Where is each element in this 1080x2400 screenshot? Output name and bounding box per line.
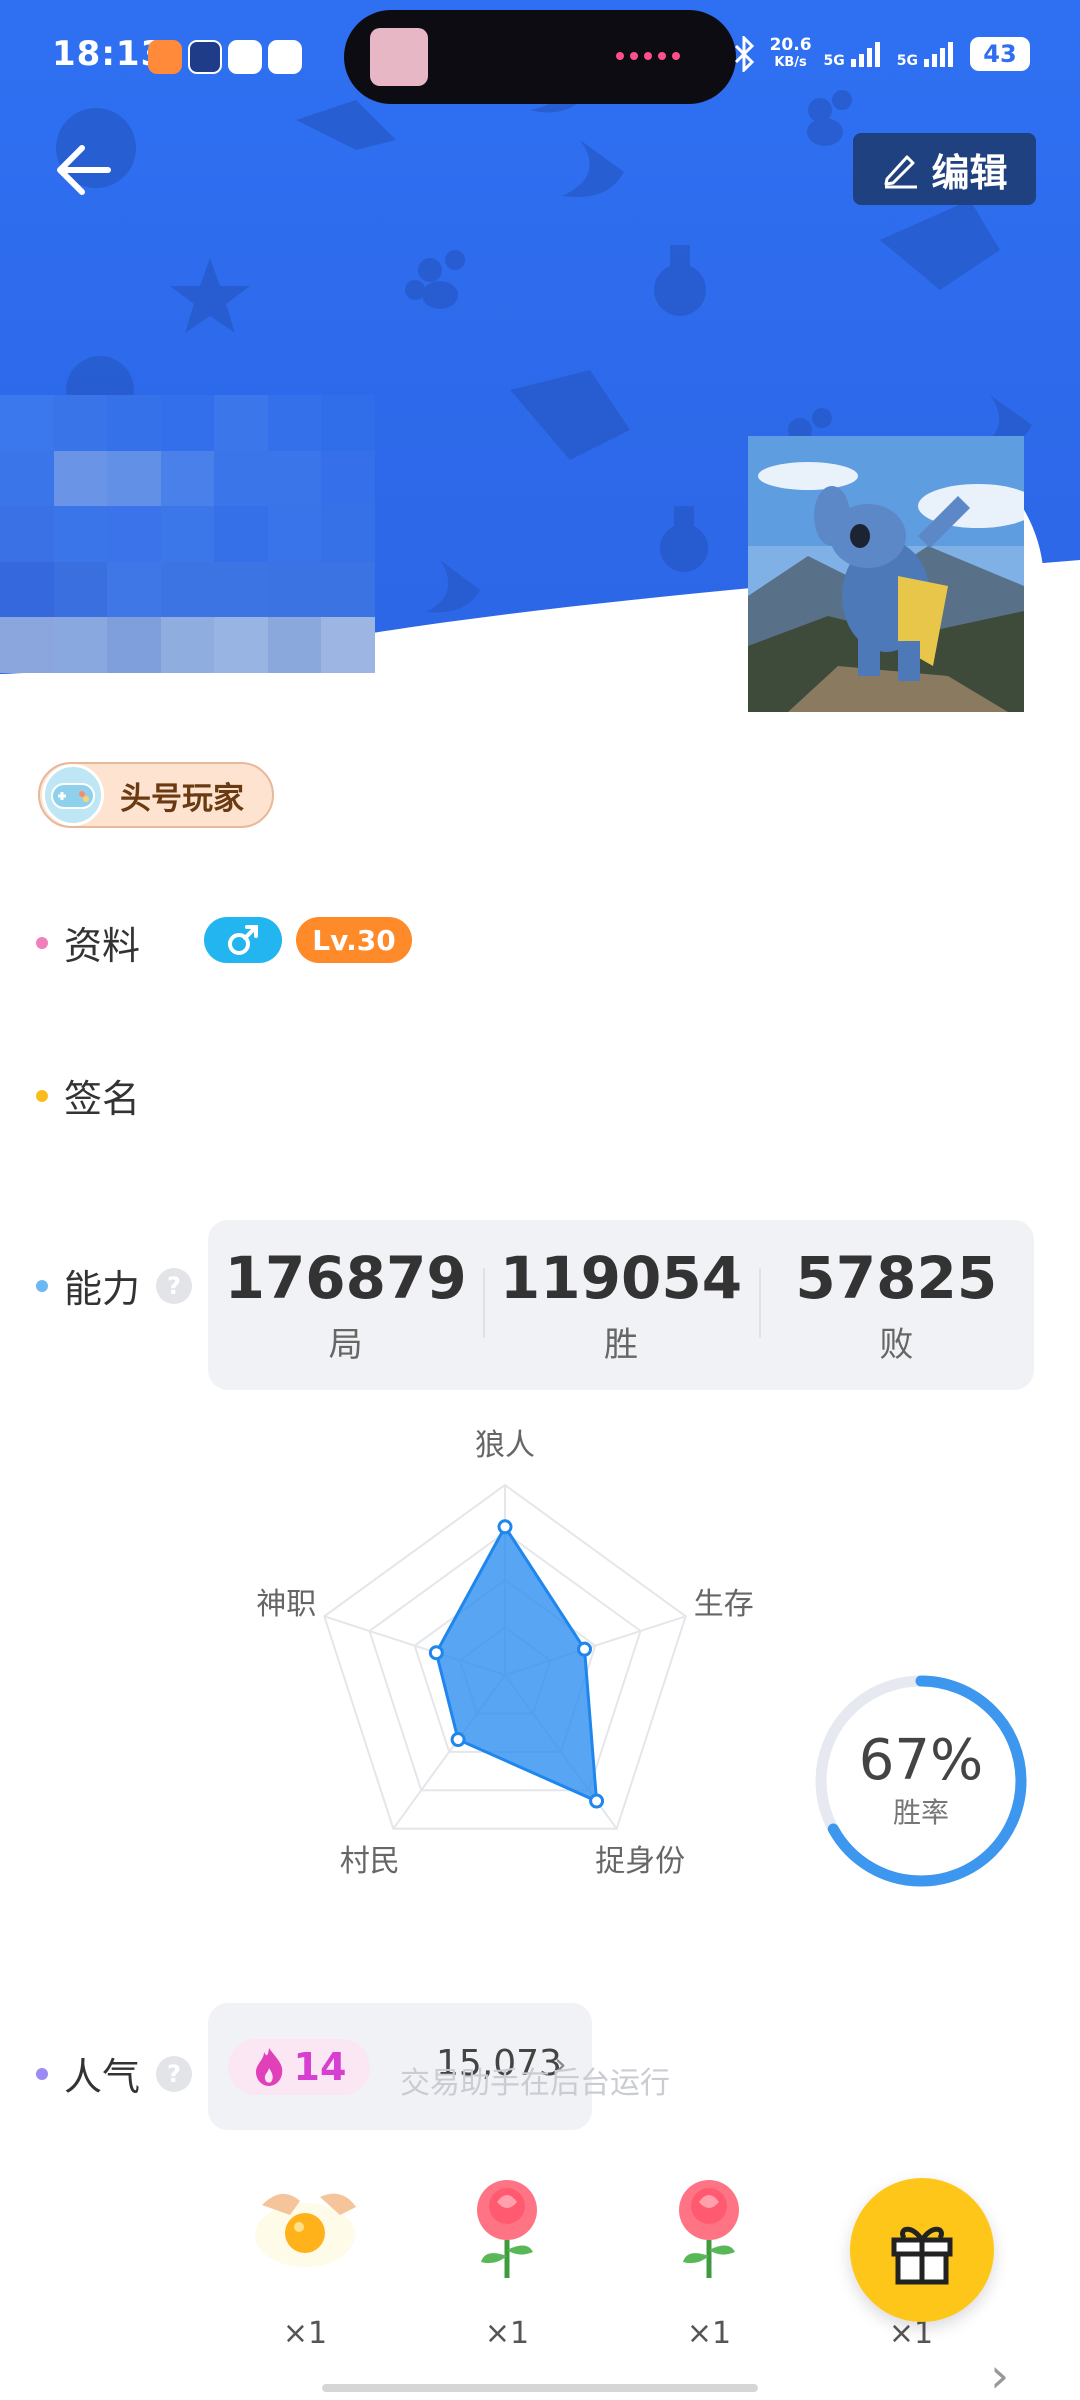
rose-icon — [452, 2170, 562, 2280]
signature-row: 签名 — [36, 1068, 140, 1123]
info-dot — [36, 936, 48, 949]
battery-icon: 43 — [970, 37, 1030, 71]
ability-radar-chart: 狼人生存捉身份 村民 神职 — [256, 1428, 754, 1879]
flame-icon — [255, 2048, 282, 2086]
status-bar: 18:13 20.6 KB/s 5G 5G 43 — [0, 0, 1080, 115]
title-badge[interactable]: 头号玩家 — [38, 762, 274, 828]
send-gift-button[interactable] — [850, 2178, 994, 2322]
gift-count: ×1 — [282, 2316, 328, 2351]
stat-wins-value: 119054 — [499, 1243, 743, 1312]
popularity-row: 人气 ? — [36, 2046, 193, 2101]
radar-axis-label: 生存 — [694, 1587, 754, 1622]
stat-losses: 57825 败 — [758, 1220, 1034, 1390]
stat-wins: 119054 胜 — [483, 1220, 758, 1390]
stats-card: 176879 局 119054 胜 57825 败 — [208, 1220, 1034, 1390]
back-button[interactable] — [46, 130, 126, 210]
signal-sim2-icon: 5G — [897, 39, 958, 69]
status-right: 20.6 KB/s 5G 5G 43 — [732, 36, 1030, 72]
pencil-icon — [884, 155, 918, 189]
signal-sim1-icon: 5G — [824, 39, 885, 69]
gift-box-icon — [891, 2226, 953, 2285]
radar-axis-label: 狼人 — [475, 1428, 535, 1463]
radar-value-area — [434, 1523, 599, 1804]
vpn-icon — [188, 40, 222, 74]
radar-point — [497, 1519, 513, 1535]
paw-icon — [418, 258, 442, 282]
edit-label: 编辑 — [931, 150, 1008, 195]
dynamic-island[interactable] — [344, 10, 736, 104]
stat-games: 176879 局 — [208, 1220, 483, 1390]
profile-avatar[interactable] — [748, 436, 1044, 732]
ability-row: 能力 ? — [36, 1258, 193, 1313]
radar-point — [428, 1645, 444, 1661]
radar-axis-label: 捉身份 — [595, 1844, 685, 1879]
flame-pill: 14 — [228, 2039, 370, 2095]
more-gifts-chevron[interactable]: › — [990, 2348, 1009, 2400]
username-mosaic — [0, 395, 375, 673]
taobao-icon — [148, 40, 182, 74]
radar-axis-label: 神职 — [256, 1587, 316, 1622]
rose-icon — [654, 2170, 764, 2280]
profile-page: 18:13 20.6 KB/s 5G 5G 43 编辑 头号玩家 资料 Lv.3… — [0, 0, 1080, 2400]
island-thumbnail — [370, 28, 428, 86]
gift-item[interactable]: ×1 — [240, 2170, 370, 2351]
potion-icon — [654, 264, 706, 316]
app-icon — [228, 40, 262, 74]
info-row: 资料 — [36, 915, 140, 970]
level-tag: Lv.30 — [296, 917, 412, 963]
stat-wins-label: 胜 — [603, 1324, 638, 1365]
ability-help-icon[interactable]: ? — [156, 1267, 193, 1304]
stat-games-value: 176879 — [224, 1243, 467, 1312]
popularity-dot — [36, 2067, 48, 2080]
arrow-left-icon — [57, 145, 111, 195]
gamepad-icon — [42, 764, 104, 826]
flame-count: 14 — [293, 2045, 347, 2089]
potion-icon-2 — [660, 524, 708, 572]
background-toast: 交易助手在后台运行 — [400, 2066, 670, 2101]
male-icon — [228, 925, 258, 955]
gift-count: ×1 — [686, 2316, 732, 2351]
message-icon — [268, 40, 302, 74]
radar-point — [577, 1641, 593, 1657]
winrate-value: 67% — [858, 1728, 984, 1793]
radar-axis-label: 村民 — [340, 1844, 400, 1879]
winrate-label: 胜率 — [892, 1796, 949, 1829]
signature-dot — [36, 1089, 48, 1102]
radar-point — [450, 1732, 466, 1748]
ability-label: 能力 — [64, 1267, 141, 1311]
gender-tag — [204, 917, 282, 963]
gift-count: ×1 — [484, 2316, 530, 2351]
signature-label: 签名 — [64, 1077, 141, 1121]
audio-wave-icon — [616, 52, 680, 60]
home-indicator[interactable] — [322, 2384, 758, 2392]
net-speed: 20.6 KB/s — [769, 35, 812, 70]
stat-games-label: 局 — [328, 1324, 363, 1365]
badge-label: 头号玩家 — [120, 780, 244, 817]
fried-egg-icon — [250, 2170, 360, 2280]
info-label: 资料 — [64, 924, 141, 968]
edit-button[interactable]: 编辑 — [853, 133, 1036, 205]
gift-item[interactable]: ×1 — [442, 2170, 572, 2351]
avatar-image — [748, 436, 1024, 712]
popularity-help-icon[interactable]: ? — [156, 2055, 193, 2092]
popularity-label: 人气 — [64, 2055, 141, 2099]
ability-dot — [36, 1279, 48, 1292]
winrate-text: 67% 胜率 — [810, 1670, 1032, 1892]
gift-item[interactable]: ×1 — [644, 2170, 774, 2351]
radar-point — [589, 1793, 605, 1809]
bluetooth-icon — [734, 36, 754, 72]
stat-losses-label: 败 — [879, 1324, 914, 1365]
stat-losses-value: 57825 — [795, 1243, 998, 1312]
